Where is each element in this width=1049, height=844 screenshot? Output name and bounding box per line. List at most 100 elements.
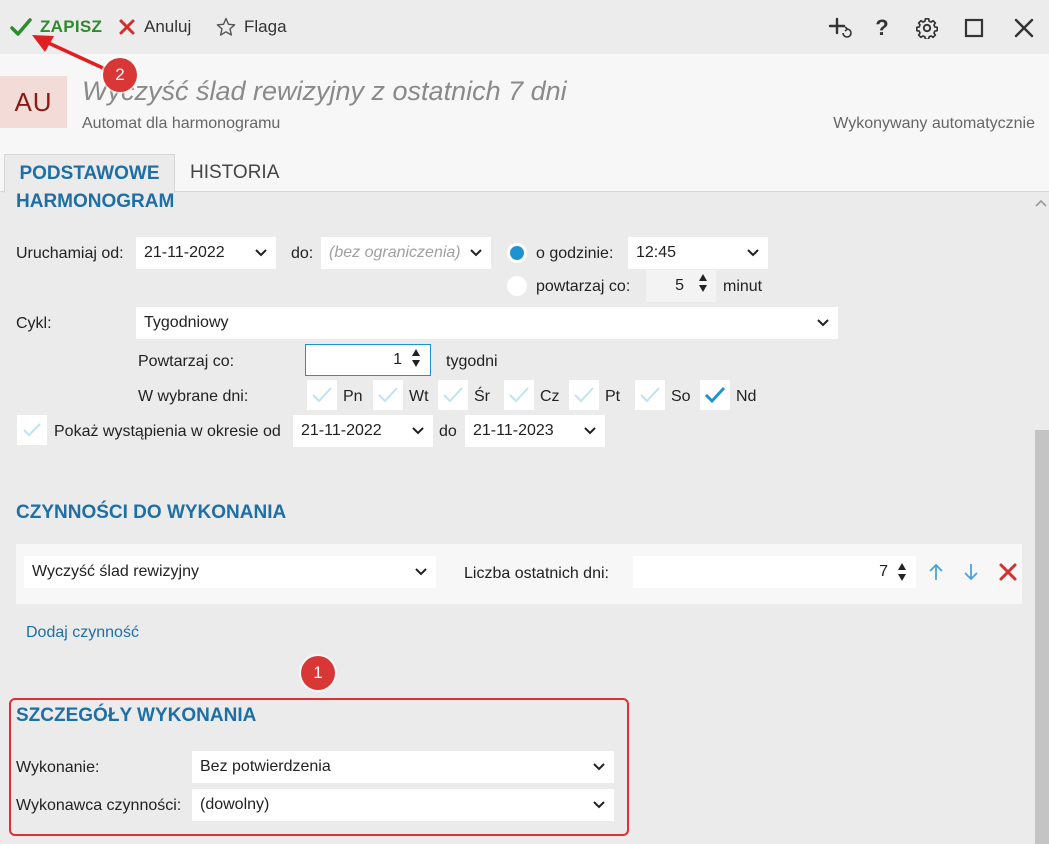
scrollbar-thumb[interactable] <box>1035 430 1049 844</box>
checkmark-icon <box>509 387 529 403</box>
tab-basic[interactable]: PODSTAWOWE <box>4 154 175 193</box>
repeat-unit: minut <box>723 278 763 295</box>
cancel-button[interactable]: Anuluj <box>118 14 191 40</box>
add-action-link[interactable]: Dodaj czynność <box>26 624 139 642</box>
highlight-box <box>9 698 629 836</box>
action-value: Wyczyść ślad rewizyjny <box>32 563 199 580</box>
toolbar: ZAPISZ Anuluj Flaga ? <box>0 0 1049 54</box>
tab-bar: PODSTAWOWE HISTORIA <box>0 154 1049 193</box>
days-count-label: Liczba ostatnich dni: <box>464 565 609 582</box>
gear-icon <box>916 18 938 39</box>
tab-history[interactable]: HISTORIA <box>190 154 279 192</box>
chevron-down-icon <box>469 246 483 260</box>
page-subtitle: Automat dla harmonogramu <box>82 115 281 132</box>
weekday-checkbox[interactable] <box>373 380 403 410</box>
move-down-button[interactable] <box>960 561 982 583</box>
repeat-radio[interactable] <box>507 276 527 296</box>
chevron-down-icon <box>583 424 597 438</box>
days-count-stepper[interactable] <box>897 562 907 582</box>
chevron-down-icon <box>816 316 830 330</box>
checkmark-icon <box>704 386 726 404</box>
days-count-value: 7 <box>879 563 888 580</box>
settings-button[interactable] <box>913 14 941 42</box>
scroll-up-icon[interactable] <box>1035 196 1047 210</box>
end-label: do: <box>291 245 314 262</box>
maximize-button[interactable] <box>960 14 988 42</box>
show-occurrences-checkbox[interactable] <box>17 415 47 445</box>
weekday-checkbox[interactable] <box>438 380 468 410</box>
weekday-label: Wt <box>409 388 429 405</box>
checkmark-icon <box>378 387 398 403</box>
repeat-label: powtarzaj co: <box>536 278 631 295</box>
annotation-badge-2: 2 <box>103 58 137 92</box>
days-count-field[interactable]: 7 <box>633 556 916 588</box>
chevron-down-icon <box>414 565 428 579</box>
stepper-up-icon[interactable] <box>698 273 708 282</box>
help-button[interactable]: ? <box>868 14 896 42</box>
cycle-select[interactable]: Tygodniowy <box>136 307 838 339</box>
arrow-up-icon <box>929 563 943 580</box>
flag-label: Flaga <box>244 17 287 36</box>
weekday-label: So <box>671 388 691 405</box>
end-date-field[interactable]: (bez ograniczenia) <box>321 237 491 269</box>
occurrences-to-value: 21-11-2023 <box>473 422 554 439</box>
delete-action-button[interactable] <box>997 561 1019 583</box>
checkmark-icon <box>443 387 463 403</box>
flag-button[interactable]: Flaga <box>216 14 287 40</box>
weekday-label: Nd <box>736 388 757 405</box>
add-related-button[interactable] <box>826 14 854 42</box>
weekday-label: Śr <box>474 388 490 405</box>
weekday-checkbox[interactable] <box>635 380 665 410</box>
end-date-placeholder: (bez ograniczenia) <box>329 244 461 261</box>
action-select[interactable]: Wyczyść ślad rewizyjny <box>24 556 436 588</box>
occurrences-from-value: 21-11-2022 <box>301 422 382 439</box>
move-up-button[interactable] <box>925 561 947 583</box>
weekday-checkbox[interactable] <box>700 380 730 410</box>
cycle-value: Tygodniowy <box>144 314 229 331</box>
show-occurrences-label: Pokaż wystąpienia w okresie od <box>54 423 281 440</box>
weekday-checkbox[interactable] <box>307 380 337 410</box>
delete-icon <box>999 563 1017 581</box>
annotation-badge-1: 1 <box>301 656 335 690</box>
stepper-down-icon[interactable] <box>411 359 421 368</box>
repeat-every-label: Powtarzaj co: <box>138 353 235 370</box>
page-title: Wyczyść ślad rewizyjny z ostatnich 7 dni <box>82 76 567 106</box>
execution-mode-label: Wykonywany automatycznie <box>833 115 1035 132</box>
checkmark-icon <box>574 387 594 403</box>
occurrences-from-field[interactable]: 21-11-2022 <box>293 415 433 447</box>
minutes-stepper[interactable] <box>698 273 708 293</box>
chevron-down-icon <box>254 246 268 260</box>
occurrences-to-field[interactable]: 21-11-2023 <box>465 415 605 447</box>
weeks-stepper[interactable] <box>411 348 421 368</box>
at-time-radio[interactable] <box>507 243 527 263</box>
help-icon: ? <box>875 15 889 40</box>
stepper-up-icon[interactable] <box>897 562 907 571</box>
add-link-icon <box>828 17 852 38</box>
weekday-label: Pt <box>605 388 621 405</box>
repeat-weeks-unit: tygodni <box>446 353 498 370</box>
occurrences-to-label: do <box>439 423 457 440</box>
schedule-heading: HARMONOGRAM <box>16 191 175 212</box>
stepper-down-icon[interactable] <box>897 573 907 582</box>
chevron-down-icon <box>746 246 760 260</box>
time-field[interactable]: 12:45 <box>628 237 768 269</box>
checkmark-icon <box>312 387 332 403</box>
weekday-checkbox[interactable] <box>504 380 534 410</box>
arrow-down-icon <box>964 564 978 581</box>
days-label: W wybrane dni: <box>138 388 249 405</box>
stepper-up-icon[interactable] <box>411 348 421 357</box>
start-label: Uruchamiaj od: <box>16 245 124 262</box>
repeat-weeks-value: 1 <box>393 351 402 368</box>
close-window-button[interactable] <box>1010 14 1038 42</box>
cycle-label: Cykl: <box>16 315 52 332</box>
maximize-icon <box>964 18 984 38</box>
weekday-label: Pn <box>343 388 363 405</box>
at-time-label: o godzinie: <box>536 245 614 262</box>
time-value: 12:45 <box>636 244 677 261</box>
start-date-field[interactable]: 21-11-2022 <box>136 237 276 269</box>
star-icon <box>216 17 236 36</box>
chevron-down-icon <box>411 424 425 438</box>
start-date-value: 21-11-2022 <box>144 244 225 261</box>
weekday-checkbox[interactable] <box>569 380 599 410</box>
stepper-down-icon[interactable] <box>698 284 708 293</box>
